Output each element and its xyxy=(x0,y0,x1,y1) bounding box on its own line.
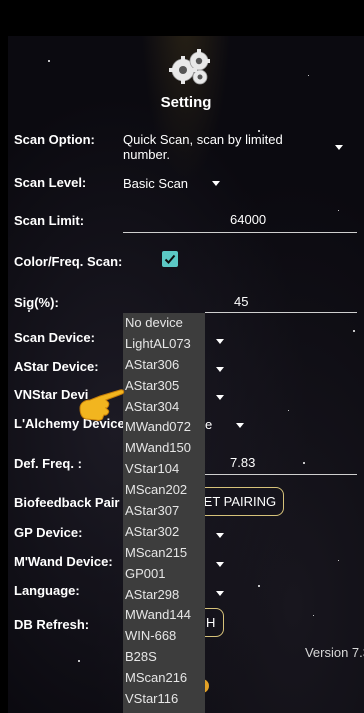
chevron-down-icon[interactable] xyxy=(216,367,224,372)
screen-edge xyxy=(0,0,8,713)
dropdown-option[interactable]: AStar305 xyxy=(123,376,205,397)
color-freq-scan-label: Color/Freq. Scan: xyxy=(14,254,123,269)
star-decoration xyxy=(78,660,80,662)
chevron-down-icon[interactable] xyxy=(216,533,224,538)
gp-device-label: GP Device: xyxy=(14,525,83,540)
scan-limit-label: Scan Limit: xyxy=(14,213,85,228)
dropdown-option[interactable]: VStar116 xyxy=(123,689,205,710)
star-decoration xyxy=(308,75,309,76)
page-title: Setting xyxy=(160,94,212,111)
chevron-down-icon[interactable] xyxy=(216,562,224,567)
dropdown-option[interactable]: VStar104 xyxy=(123,459,205,480)
db-refresh-label: DB Refresh: xyxy=(14,617,90,632)
chevron-down-icon[interactable] xyxy=(236,423,244,428)
device-dropdown-list[interactable]: No device LightAL073 AStar306 AStar305 A… xyxy=(123,313,205,713)
star-decoration xyxy=(338,210,339,211)
star-decoration xyxy=(48,60,50,62)
mwand-device-label: M'Wand Device: xyxy=(14,554,113,569)
dropdown-option[interactable]: B28S xyxy=(123,647,205,668)
dropdown-option[interactable]: MWand144 xyxy=(123,605,205,626)
dropdown-option[interactable]: MScan215 xyxy=(123,543,205,564)
sig-label: Sig(%): xyxy=(14,295,59,310)
star-decoration xyxy=(338,560,339,561)
dropdown-option[interactable]: MWand150 xyxy=(123,438,205,459)
dropdown-option[interactable]: AStar306 xyxy=(123,355,205,376)
dropdown-option[interactable]: AStar298 xyxy=(123,585,205,606)
settings-screen: Setting Scan Option: Quick Scan, scan by… xyxy=(8,0,364,713)
input-underline xyxy=(123,232,357,233)
input-underline xyxy=(205,312,357,313)
star-decoration xyxy=(313,615,314,616)
scan-limit-input[interactable]: 64000 xyxy=(230,212,266,227)
scan-device-label: Scan Device: xyxy=(14,330,95,345)
chevron-down-icon[interactable] xyxy=(212,181,220,186)
star-decoration xyxy=(303,462,305,464)
star-decoration xyxy=(28,310,30,312)
dropdown-option[interactable]: AStar307 xyxy=(123,501,205,522)
dropdown-option[interactable]: MScan202 xyxy=(123,480,205,501)
scan-level-label: Scan Level: xyxy=(14,175,87,190)
dropdown-option[interactable]: AStar304 xyxy=(123,397,205,418)
color-freq-scan-checkbox[interactable] xyxy=(162,251,178,267)
scan-option-select[interactable]: Quick Scan, scan by limited number. xyxy=(123,132,323,162)
chevron-down-icon[interactable] xyxy=(216,591,224,596)
gear-icon xyxy=(169,49,210,85)
star-decoration xyxy=(258,585,260,587)
dropdown-option[interactable]: LightAL073 xyxy=(123,334,205,355)
input-underline xyxy=(205,474,357,475)
chevron-down-icon[interactable] xyxy=(335,145,343,150)
language-label: Language: xyxy=(14,583,80,598)
def-freq-input[interactable]: 7.83 xyxy=(230,455,255,470)
pointing-hand-icon xyxy=(79,389,125,421)
dropdown-option[interactable]: AStar302 xyxy=(123,522,205,543)
sig-input[interactable]: 45 xyxy=(234,294,248,309)
dropdown-option[interactable]: MScan216 xyxy=(123,668,205,689)
chevron-down-icon[interactable] xyxy=(216,395,224,400)
astar-device-label: AStar Device: xyxy=(14,359,99,374)
def-freq-label: Def. Freq. : xyxy=(14,456,82,471)
dropdown-option[interactable]: MWand072 xyxy=(123,417,205,438)
scan-option-label: Scan Option: xyxy=(14,132,95,147)
version-text: Version 7.3 xyxy=(304,645,364,660)
dropdown-option[interactable]: GP001 xyxy=(123,564,205,585)
scan-level-select[interactable]: Basic Scan xyxy=(123,176,188,191)
star-decoration xyxy=(288,410,289,411)
dropdown-option[interactable]: No device xyxy=(123,313,205,334)
star-decoration xyxy=(353,330,355,332)
biofeedback-pair-label: Biofeedback Pair xyxy=(14,495,120,510)
check-icon xyxy=(164,254,176,264)
chevron-down-icon[interactable] xyxy=(216,339,224,344)
status-bar xyxy=(8,0,364,36)
lalchemy-device-value[interactable]: e xyxy=(205,417,212,432)
dropdown-option[interactable]: WIN-668 xyxy=(123,626,205,647)
